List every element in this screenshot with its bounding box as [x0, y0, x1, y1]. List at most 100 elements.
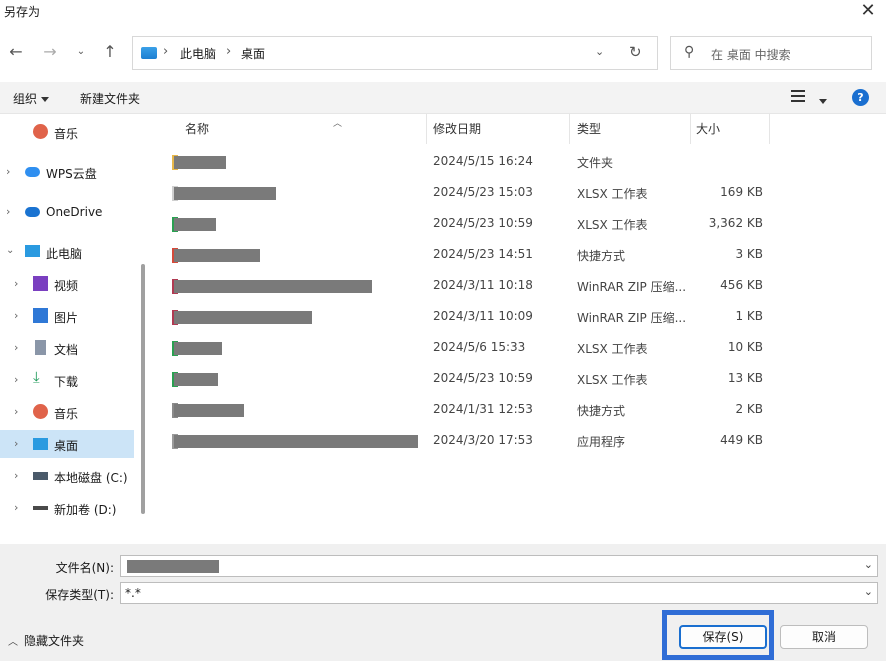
sidebar-item-videos[interactable]: › 视频: [0, 270, 134, 298]
file-list[interactable]: ︿ 名称 修改日期 类型 大小 2024/5/15 16:24 文件夹 2024/5…: [150, 114, 886, 544]
chevron-right-icon[interactable]: ›: [14, 469, 18, 482]
redacted-file-name: [174, 435, 418, 448]
file-row[interactable]: 2024/3/11 10:09 WinRAR ZIP 压缩... 1 KB: [150, 301, 886, 332]
navigation-pane[interactable]: 音乐 › WPS云盘 › OneDrive ⌄ 此电脑 › 视频 › 图片 › …: [0, 114, 150, 544]
redacted-file-name: [174, 280, 372, 293]
file-size: 3,362 KB: [708, 216, 763, 230]
breadcrumb-separator-icon[interactable]: ›: [163, 44, 168, 59]
breadcrumb-separator-icon[interactable]: ›: [226, 44, 231, 59]
chevron-down-icon[interactable]: [815, 94, 827, 108]
file-row[interactable]: 2024/5/23 10:59 XLSX 工作表 13 KB: [150, 363, 886, 394]
file-size: 10 KB: [727, 340, 763, 354]
column-header-label: 名称: [185, 122, 210, 136]
sidebar-item-documents[interactable]: › 文档: [0, 334, 134, 362]
chevron-down-icon[interactable]: ⌄: [6, 245, 14, 256]
file-modified-date: 2024/5/6 15:33: [433, 340, 526, 354]
document-icon: [35, 340, 46, 355]
column-header-label: 类型: [577, 122, 602, 136]
address-bar[interactable]: › 此电脑 › 桌面 ⌄ ↻: [132, 36, 658, 70]
help-icon[interactable]: ?: [852, 89, 869, 106]
redacted-file-name: [174, 342, 222, 355]
file-modified-date: 2024/5/23 15:03: [433, 185, 533, 199]
file-type: 文件夹: [577, 156, 614, 170]
file-modified-date: 2024/1/31 12:53: [433, 402, 533, 416]
sidebar-item-pictures[interactable]: › 图片: [0, 302, 134, 330]
column-divider[interactable]: [426, 114, 427, 144]
chevron-right-icon[interactable]: ›: [14, 373, 18, 386]
column-header-label: 修改日期: [433, 122, 482, 136]
chevron-right-icon[interactable]: ›: [14, 405, 18, 418]
breadcrumb-this-pc[interactable]: 此电脑: [180, 45, 216, 62]
file-row[interactable]: 2024/5/23 15:03 XLSX 工作表 169 KB: [150, 177, 886, 208]
column-divider[interactable]: [569, 114, 570, 144]
file-size: 1 KB: [735, 309, 763, 323]
onedrive-icon: [25, 207, 40, 217]
redacted-file-name: [174, 373, 218, 386]
forward-arrow-icon[interactable]: →: [40, 41, 60, 61]
sidebar-item-desktop[interactable]: › 桌面: [0, 430, 134, 458]
file-row[interactable]: 2024/5/15 16:24 文件夹: [150, 146, 886, 177]
chevron-down-icon[interactable]: ⌄: [864, 558, 873, 571]
up-arrow-icon[interactable]: ↑: [100, 41, 120, 61]
column-header-modified[interactable]: 修改日期: [433, 118, 568, 144]
view-options-icon[interactable]: [791, 90, 805, 104]
column-header-label: 大小: [696, 122, 721, 136]
chevron-right-icon[interactable]: ›: [14, 277, 18, 290]
organize-button[interactable]: 组织: [13, 90, 50, 107]
sidebar-item-label: 此电脑: [46, 247, 83, 261]
hide-folders-toggle[interactable]: ︿ 隐藏文件夹: [8, 632, 84, 649]
close-icon[interactable]: ✕: [860, 1, 876, 21]
save-button[interactable]: 保存(S): [679, 625, 767, 649]
filetype-select[interactable]: *.* ⌄: [120, 582, 878, 604]
sidebar-item-downloads[interactable]: › ⤓ 下载: [0, 366, 134, 394]
column-header-name[interactable]: ︿ 名称: [185, 118, 425, 144]
chevron-right-icon[interactable]: ›: [6, 205, 10, 218]
filename-input[interactable]: ⌄: [120, 555, 878, 577]
redacted-file-name: [174, 156, 226, 169]
file-modified-date: 2024/5/23 10:59: [433, 371, 533, 385]
sidebar-item-new-volume-d[interactable]: › 新加卷 (D:): [0, 494, 134, 522]
address-dropdown-icon[interactable]: ⌄: [595, 45, 604, 58]
chevron-down-icon[interactable]: ⌄: [864, 585, 873, 598]
column-divider[interactable]: [769, 114, 770, 144]
chevron-right-icon[interactable]: ›: [14, 309, 18, 322]
sidebar-scrollbar[interactable]: [141, 264, 145, 514]
cancel-button[interactable]: 取消: [780, 625, 868, 649]
column-divider[interactable]: [690, 114, 691, 144]
file-size: 3 KB: [735, 247, 763, 261]
picture-icon: [33, 308, 48, 323]
sidebar-item-local-disk-c[interactable]: › 本地磁盘 (C:): [0, 462, 134, 490]
sidebar-item-music[interactable]: › 音乐: [0, 398, 134, 426]
sidebar-item-wps-cloud[interactable]: › WPS云盘: [0, 158, 134, 186]
column-header-size[interactable]: 大小: [696, 118, 766, 144]
sidebar-item-onedrive[interactable]: › OneDrive: [0, 198, 134, 226]
file-row[interactable]: 2024/3/11 10:18 WinRAR ZIP 压缩... 456 KB: [150, 270, 886, 301]
file-modified-date: 2024/5/15 16:24: [433, 154, 533, 168]
command-bar: 组织 新建文件夹 ?: [0, 82, 886, 114]
sidebar-item-label: 图片: [54, 311, 79, 325]
file-row[interactable]: 2024/5/6 15:33 XLSX 工作表 10 KB: [150, 332, 886, 363]
music-icon: [33, 124, 48, 139]
file-size: 2 KB: [735, 402, 763, 416]
sidebar-item-this-pc[interactable]: ⌄ 此电脑: [0, 238, 134, 266]
sidebar-item-music[interactable]: 音乐: [0, 118, 134, 146]
redacted-file-name: [174, 218, 216, 231]
file-row[interactable]: 2024/1/31 12:53 快捷方式 2 KB: [150, 394, 886, 425]
sidebar-item-label: 新加卷 (D:): [54, 503, 117, 517]
search-box[interactable]: ⚲ 在 桌面 中搜索: [670, 36, 872, 70]
file-modified-date: 2024/5/23 10:59: [433, 216, 533, 230]
column-header-type[interactable]: 类型: [577, 118, 687, 144]
recent-locations-chevron-icon[interactable]: ⌄: [71, 41, 91, 61]
new-folder-button[interactable]: 新建文件夹: [80, 90, 140, 107]
back-arrow-icon[interactable]: ←: [6, 41, 26, 61]
chevron-right-icon[interactable]: ›: [14, 501, 18, 514]
chevron-right-icon[interactable]: ›: [6, 165, 10, 178]
chevron-right-icon[interactable]: ›: [14, 437, 18, 450]
chevron-right-icon[interactable]: ›: [14, 341, 18, 354]
file-row[interactable]: 2024/3/20 17:53 应用程序 449 KB: [150, 425, 886, 456]
breadcrumb-desktop[interactable]: 桌面: [241, 45, 265, 62]
search-input[interactable]: 在 桌面 中搜索: [711, 46, 791, 63]
refresh-icon[interactable]: ↻: [629, 43, 642, 61]
file-row[interactable]: 2024/5/23 10:59 XLSX 工作表 3,362 KB: [150, 208, 886, 239]
file-row[interactable]: 2024/5/23 14:51 快捷方式 3 KB: [150, 239, 886, 270]
